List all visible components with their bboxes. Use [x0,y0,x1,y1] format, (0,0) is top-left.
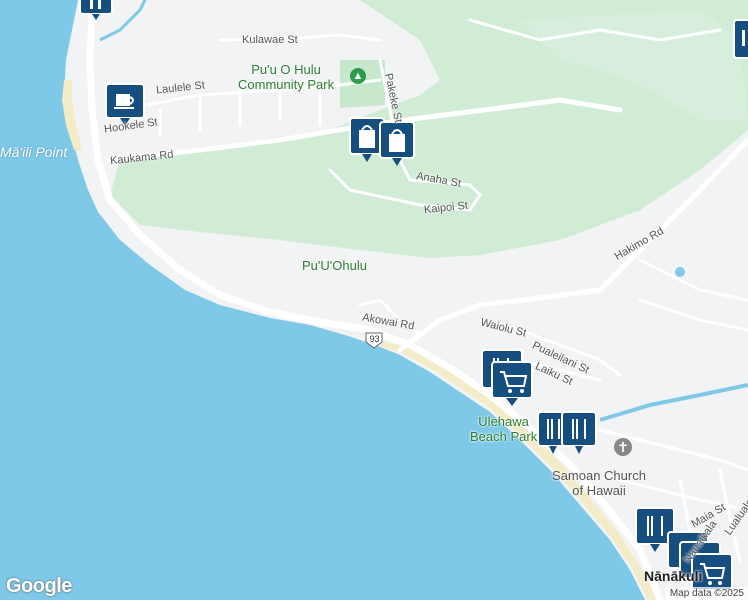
pond [675,267,685,277]
map-attribution[interactable]: Map data ©2025 [665,587,748,600]
google-logo: Google [6,575,72,597]
map-pin-icon[interactable] [733,19,748,59]
map-canvas[interactable] [0,0,748,600]
